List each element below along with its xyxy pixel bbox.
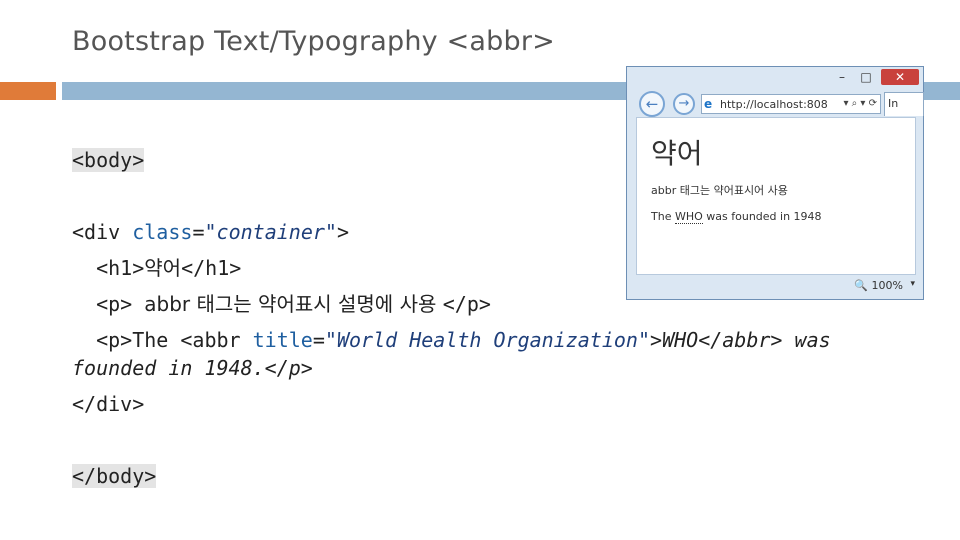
slide-title: Bootstrap Text/Typography <abbr> bbox=[72, 26, 555, 57]
code-p2-abbr-close: </abbr> bbox=[698, 328, 783, 352]
code-p2-close: </p> bbox=[264, 356, 313, 380]
page-p2-before: The bbox=[651, 210, 675, 223]
code-p2-text2: was bbox=[782, 328, 831, 352]
code-p1-close: </p> bbox=[442, 292, 491, 316]
accent-bar-orange bbox=[0, 82, 56, 100]
code-p2-abbr-open: <abbr bbox=[180, 328, 253, 352]
ie-logo-icon: e bbox=[704, 97, 713, 111]
browser-navbar: ← → e http://localhost:808 ▾ ⌕ ▾ ⟳ In bbox=[627, 91, 924, 117]
code-p2-eq: = bbox=[312, 328, 325, 352]
code-line-body-close: </body> bbox=[72, 464, 157, 488]
close-button[interactable]: ✕ bbox=[881, 69, 919, 85]
browser-titlebar: – □ ✕ bbox=[627, 67, 923, 89]
browser-tab[interactable]: In bbox=[884, 92, 924, 116]
browser-window: – □ ✕ ← → e http://localhost:808 ▾ ⌕ ▾ ⟳ … bbox=[626, 66, 924, 300]
code-p1-open: <p> bbox=[96, 292, 145, 316]
code-div-val: "container" bbox=[204, 220, 337, 244]
code-line-body-open: <body> bbox=[72, 148, 145, 172]
back-arrow-icon[interactable]: ← bbox=[639, 91, 665, 117]
code-p2-attr: title bbox=[252, 328, 313, 352]
code-h1-text: 약어 bbox=[144, 256, 182, 280]
code-h1-close: </h1> bbox=[181, 256, 242, 280]
code-div-close: </div> bbox=[72, 392, 145, 416]
code-p2-val: "World Health Organization" bbox=[324, 328, 651, 352]
code-line-h1: <h1>약어</h1> bbox=[72, 256, 241, 280]
code-p2-text1: The bbox=[132, 328, 181, 352]
zoom-dropdown-icon[interactable]: ▾ bbox=[910, 279, 915, 289]
page-paragraph-1: abbr 태그는 약어표시어 사용 bbox=[651, 184, 788, 197]
code-line-div-close: </div> bbox=[72, 392, 144, 416]
address-tools-icon[interactable]: ▾ ⌕ ▾ ⟳ bbox=[843, 95, 877, 113]
browser-statusbar: 🔍 100% ▾ bbox=[627, 275, 923, 299]
page-heading: 약어 bbox=[651, 137, 703, 170]
code-line-div-open: <div class="container"> bbox=[72, 220, 349, 244]
code-p1-text: abbr 태그는 약어표시 설명에 사용 bbox=[144, 292, 443, 316]
code-div-attr: class bbox=[132, 220, 193, 244]
code-div-bracket: > bbox=[336, 220, 349, 244]
code-p2-open: <p> bbox=[96, 328, 133, 352]
code-line-p1: <p> abbr 태그는 약어표시 설명에 사용 </p> bbox=[72, 292, 491, 316]
page-abbr-who[interactable]: WHO bbox=[674, 210, 703, 224]
code-p2-bracket: > bbox=[650, 328, 663, 352]
tab-label: In bbox=[888, 97, 899, 110]
code-div-eq: = bbox=[192, 220, 205, 244]
code-h1-open: <h1> bbox=[96, 256, 145, 280]
forward-arrow-icon[interactable]: → bbox=[673, 93, 695, 115]
code-p2-line2-text: founded in 1948. bbox=[72, 356, 265, 380]
maximize-button[interactable]: □ bbox=[858, 69, 874, 85]
code-line-p2: <p>The <abbr title="World Health Organiz… bbox=[72, 328, 831, 352]
page-paragraph-2: The WHO was founded in 1948 bbox=[651, 210, 822, 224]
code-div-tag: <div bbox=[72, 220, 133, 244]
code-line-p2-cont: founded in 1948.</p> bbox=[72, 356, 313, 380]
zoom-level[interactable]: 🔍 100% bbox=[854, 279, 903, 292]
browser-page: 약어 abbr 태그는 약어표시어 사용 The WHO was founded… bbox=[636, 117, 916, 275]
code-p2-abbr-text: WHO bbox=[662, 328, 699, 352]
code-body-close-tag: </body> bbox=[72, 464, 157, 488]
page-p2-after: was founded in 1948 bbox=[702, 210, 822, 223]
address-url: http://localhost:808 bbox=[720, 98, 828, 111]
minimize-button[interactable]: – bbox=[834, 69, 850, 85]
code-body-open-tag: <body> bbox=[72, 148, 145, 172]
address-bar[interactable]: e http://localhost:808 ▾ ⌕ ▾ ⟳ bbox=[701, 94, 881, 114]
